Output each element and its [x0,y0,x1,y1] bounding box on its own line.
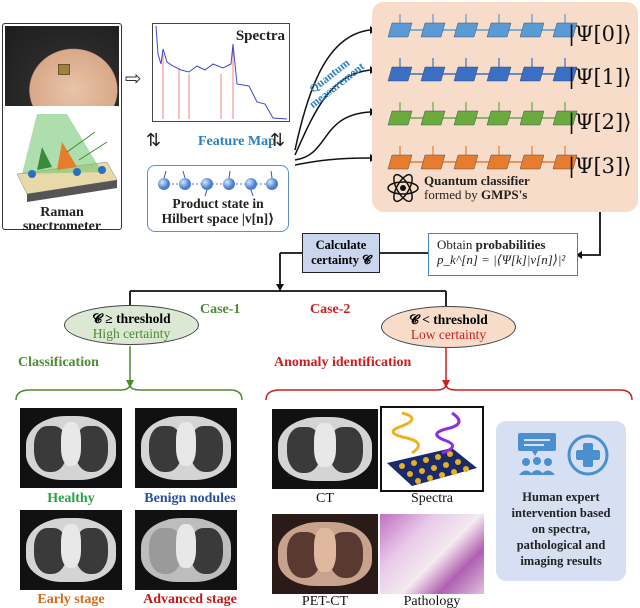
people-discussion-icon [518,433,556,475]
medical-cross-icon [567,434,609,476]
high-certainty-label: High certainty [92,326,171,341]
probabilities-box: Obtain probabilities p_k^[n] = |⟨Ψ[k]|v[… [428,233,578,276]
anomaly-petct-image [272,514,378,594]
classification-title: Classification [18,355,99,370]
calculate-line2: certainty 𝓒 [311,253,371,267]
high-certainty-node: 𝓒 ≥ threshold High certainty [64,305,199,345]
prob-bold: probabilities [475,237,546,252]
early-stage-label: Early stage [37,592,105,607]
expert-line: Human expert [522,490,600,504]
petct-label: PET-CT [301,594,349,608]
healthy-label: Healthy [47,491,95,506]
ct-early-image [20,510,122,590]
anomaly-title: Anomaly identification [274,355,412,370]
expert-line: imaging results [520,554,602,568]
figure: Raman spectrometer ⇨ Spectra ⇅ Feature M… [0,0,640,608]
prob-prefix: Obtain [437,237,476,252]
low-certainty-label: Low certainty [410,327,487,342]
ct-label: CT [316,491,334,506]
ct-advanced-image [135,510,237,590]
anomaly-pathology-image [380,514,484,594]
case-2-label: Case-2 [310,302,351,317]
ct-benign-image [135,408,237,488]
benign-label: Benign nodules [144,491,236,506]
anomaly-ct-image [272,409,378,489]
spectra-label: Spectra [411,491,453,506]
advanced-stage-label: Advanced stage [143,592,237,607]
calculate-certainty-box: Calculate certainty 𝓒 [302,233,380,273]
probability-formula: p_k^[n] = |⟨Ψ[k]|v[n]⟩|² [437,252,566,267]
pathology-label: Pathology [403,594,461,608]
probabilities-line1: Obtain probabilities [437,237,569,252]
expert-line: on spectra, [531,522,591,536]
low-certainty-node: 𝓒 < threshold Low certainty [381,306,516,348]
high-condition: 𝓒 ≥ threshold [92,311,171,326]
expert-line: intervention based [511,506,611,520]
ct-healthy-image [20,408,122,488]
expert-text: Human expert intervention based on spect… [496,489,626,569]
anomaly-spectra-image [380,406,484,492]
expert-line: pathological and [516,538,606,552]
human-expert-box: Human expert intervention based on spect… [496,421,626,581]
calculate-line1: Calculate [315,238,367,252]
case-1-label: Case-1 [200,302,241,317]
low-condition: 𝓒 < threshold [409,312,488,327]
